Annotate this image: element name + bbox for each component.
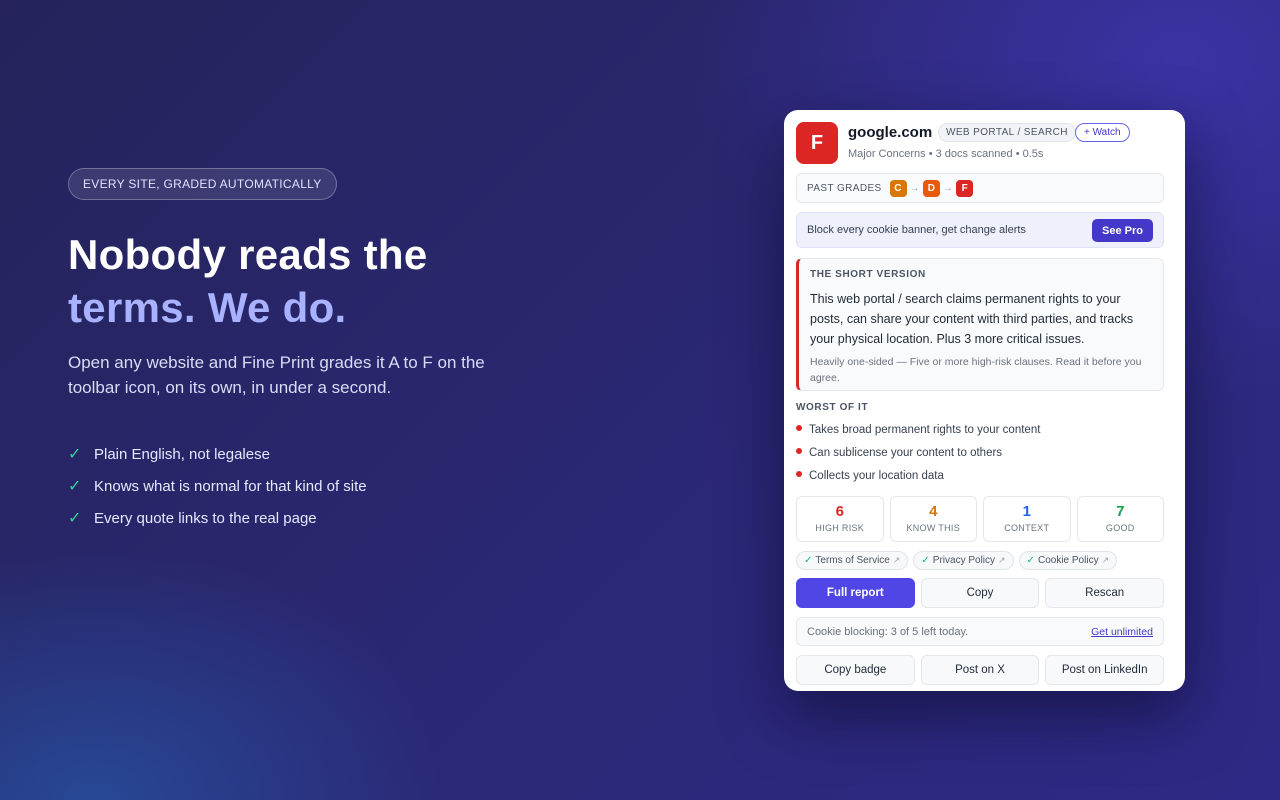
action-buttons: Full report Copy Rescan — [796, 578, 1165, 608]
hero-subcopy: Open any website and Fine Print grades i… — [68, 353, 485, 397]
feature-item: ✓ Knows what is normal for that kind of s… — [68, 470, 588, 502]
category-badge: WEB PORTAL / SEARCH — [938, 123, 1076, 142]
stat-label: HIGH RISK — [815, 523, 865, 533]
short-version-body: This web portal / search claims permanen… — [810, 292, 1134, 346]
check-icon: ✓ — [804, 555, 813, 566]
stat-value: 6 — [835, 503, 844, 520]
stat-label: GOOD — [1105, 523, 1135, 533]
share-buttons: Copy badge Post on X Post on LinkedIn — [796, 655, 1165, 685]
worst-of-it-title: WORST OF IT — [796, 402, 869, 413]
past-grades-label: PAST GRADES — [807, 182, 882, 194]
stat-good[interactable]: 7 GOOD — [1076, 496, 1164, 542]
doc-link-terms[interactable]: ✓ Terms of Service ↗ — [796, 551, 909, 570]
document-links: ✓ Terms of Service ↗ ✓ Privacy Policy ↗ ✓ Coo… — [796, 551, 1118, 570]
past-grade-chip: F — [956, 179, 974, 197]
external-link-icon: ↗ — [1101, 555, 1110, 565]
post-on-linkedin-button[interactable]: Post on LinkedIn — [1045, 655, 1165, 685]
stat-label: KNOW THIS — [906, 523, 961, 533]
check-icon: ✓ — [1026, 555, 1035, 566]
worst-list: Takes broad permanent rights to your con… — [796, 418, 1040, 487]
past-grades-row: PAST GRADES C → D → F — [796, 173, 1164, 203]
worst-item-label: Can sublicense your content to others — [809, 446, 1003, 459]
stat-value: 7 — [1116, 503, 1125, 520]
feature-label: Every quote links to the real page — [94, 509, 317, 527]
bullet-dot-icon — [796, 470, 802, 477]
worst-item: Takes broad permanent rights to your con… — [796, 418, 1040, 441]
rescan-button[interactable]: Rescan — [1045, 578, 1165, 608]
full-report-button[interactable]: Full report — [796, 578, 915, 608]
worst-item-label: Takes broad permanent rights to your con… — [809, 423, 1041, 436]
copy-badge-button[interactable]: Copy badge — [796, 655, 915, 685]
stat-know-this[interactable]: 4 KNOW THIS — [889, 496, 977, 542]
post-on-x-button[interactable]: Post on X — [920, 655, 1040, 685]
stat-label: CONTEXT — [1004, 523, 1050, 533]
promo-text: Block every cookie banner, get change al… — [807, 224, 1026, 236]
scan-meta: Major Concerns • 3 docs scanned • 0.5s — [848, 148, 1044, 160]
stat-value: 4 — [929, 503, 938, 520]
card-header: F google.com WEB PORTAL / SEARCH + Watch… — [796, 122, 1174, 166]
feature-label: Plain English, not legalese — [94, 445, 270, 463]
feature-list: ✓ Plain English, not legalese ✓ Knows what… — [68, 438, 588, 534]
short-version-note: Heavily one-sided — Five or more high-ri… — [810, 356, 1142, 384]
external-link-icon: ↗ — [892, 555, 901, 565]
bullet-dot-icon — [796, 424, 802, 431]
short-version-title: THE SHORT VERSION — [810, 269, 926, 280]
pro-promo-banner: Block every cookie banner, get change al… — [796, 212, 1164, 248]
headline-line-2: terms. We do. — [68, 284, 347, 331]
copy-button[interactable]: Copy — [920, 578, 1040, 608]
worst-item: Collects your location data — [796, 464, 1040, 487]
doc-link-label: Cookie Policy — [1037, 555, 1099, 566]
hero-tag: EVERY SITE, GRADED AUTOMATICALLY — [68, 168, 337, 200]
stat-context[interactable]: 1 CONTEXT — [983, 496, 1071, 542]
doc-link-label: Privacy Policy — [932, 555, 996, 566]
doc-link-cookie[interactable]: ✓ Cookie Policy ↗ — [1018, 551, 1118, 570]
feature-item: ✓ Plain English, not legalese — [68, 438, 588, 470]
get-unlimited-link[interactable]: Get unlimited — [1091, 626, 1153, 638]
external-link-icon: ↗ — [998, 555, 1006, 565]
past-grade-chip: D — [923, 179, 941, 197]
site-name: google.com — [848, 124, 933, 141]
check-icon: ✓ — [921, 555, 930, 566]
cookie-blocking-text: Cookie blocking: 3 of 5 left today. — [807, 625, 969, 638]
stat-value: 1 — [1022, 503, 1031, 520]
doc-link-label: Terms of Service — [815, 555, 890, 566]
hero-section: EVERY SITE, GRADED AUTOMATICALLY Nobody … — [68, 168, 588, 534]
short-version-panel: THE SHORT VERSION This web portal / sear… — [796, 258, 1164, 391]
check-icon: ✓ — [68, 478, 82, 495]
watch-button[interactable]: + Watch — [1075, 123, 1130, 142]
arrow-right-icon: → — [943, 182, 954, 194]
stat-high-risk[interactable]: 6 HIGH RISK — [796, 496, 884, 542]
grade-badge: F — [796, 122, 838, 164]
check-icon: ✓ — [68, 510, 82, 527]
doc-link-privacy[interactable]: ✓ Privacy Policy ↗ — [913, 551, 1014, 570]
bullet-dot-icon — [796, 447, 802, 454]
stats-row: 6 HIGH RISK 4 KNOW THIS 1 CONTEXT 7 GOOD — [796, 496, 1164, 542]
see-pro-button[interactable]: See Pro — [1092, 219, 1153, 242]
arrow-right-icon: → — [909, 182, 921, 194]
hero-headline: Nobody reads the terms. We do. — [68, 228, 588, 334]
check-icon: ✓ — [68, 446, 82, 463]
extension-popup-card: F google.com WEB PORTAL / SEARCH + Watch… — [784, 110, 1185, 691]
feature-item: ✓ Every quote links to the real page — [68, 502, 588, 534]
feature-label: Knows what is normal for that kind of si… — [94, 477, 367, 495]
past-grade-chip: C — [889, 179, 907, 197]
worst-item: Can sublicense your content to others — [796, 441, 1040, 464]
cookie-blocking-row: Cookie blocking: 3 of 5 left today. Get … — [796, 617, 1164, 646]
headline-line-1: Nobody reads the — [68, 231, 428, 278]
worst-item-label: Collects your location data — [809, 469, 944, 482]
